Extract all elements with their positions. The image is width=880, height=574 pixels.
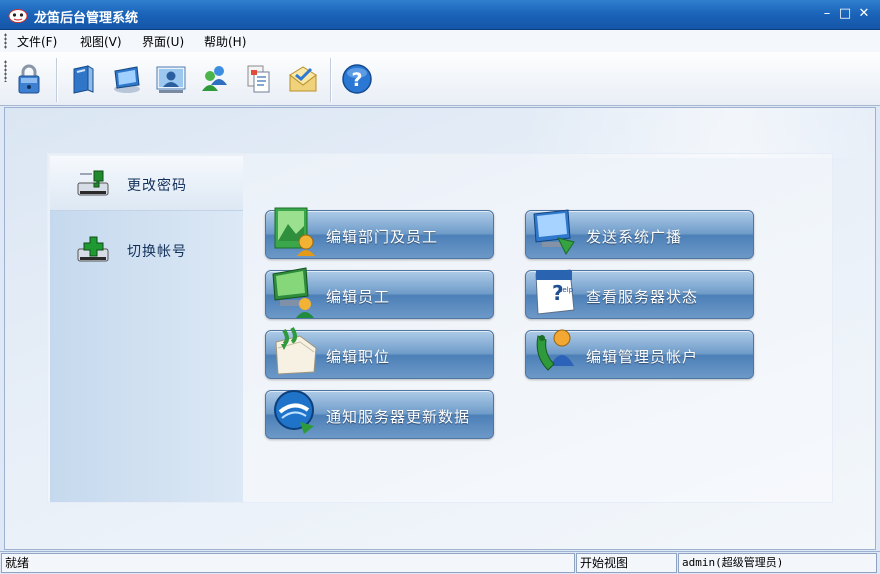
book-icon	[73, 65, 94, 94]
help-button[interactable]: ?	[340, 62, 374, 96]
button-label: 查看服务器状态	[586, 288, 699, 306]
status-bar: 就绪 开始视图 admin(超级管理员)	[0, 551, 880, 574]
employee-icon	[272, 267, 314, 318]
position-folder-icon	[275, 326, 317, 375]
minimize-button[interactable]: –	[820, 6, 834, 22]
button-label: 发送系统广播	[586, 228, 683, 246]
help-icon: ?	[342, 64, 372, 94]
server-update-icon	[274, 390, 314, 434]
title-bar: 龙笛后台管理系统 – □ ✕	[0, 0, 880, 30]
send-broadcast-button[interactable]: 发送系统广播	[525, 209, 754, 259]
broadcast-icon	[533, 209, 575, 255]
view-server-status-button[interactable]: ? help 查看服务器状态	[525, 269, 754, 319]
edit-position-button[interactable]: 编辑职位	[265, 326, 494, 379]
close-button[interactable]: ✕	[857, 6, 871, 22]
admin-account-icon	[536, 329, 574, 371]
notify-server-update-button[interactable]: 通知服务器更新数据	[265, 390, 494, 439]
maximize-button[interactable]: □	[838, 6, 852, 22]
sidebar: 更改密码 切换帐号	[50, 156, 243, 502]
window-title: 龙笛后台管理系统	[34, 11, 139, 26]
status-text: 就绪	[1, 553, 575, 573]
mail-icon	[289, 66, 317, 92]
sidebar-item-label: 切换帐号	[127, 244, 187, 260]
svg-text:?: ?	[351, 69, 362, 91]
workspace-highlight	[525, 108, 875, 158]
toolbar: ?	[0, 52, 880, 106]
edit-admin-account-button[interactable]: 编辑管理员帐户	[525, 329, 754, 379]
toolbar-separator	[56, 58, 58, 102]
button-label: 通知服务器更新数据	[326, 408, 471, 426]
add-drive-icon	[77, 236, 109, 262]
menu-grip[interactable]	[4, 33, 7, 49]
user-card-button[interactable]	[154, 62, 188, 96]
button-label: 编辑管理员帐户	[586, 348, 699, 366]
menu-view[interactable]: 视图(V)	[80, 33, 122, 50]
book-button[interactable]	[66, 62, 100, 96]
mail-button[interactable]	[286, 62, 320, 96]
workspace: 更改密码 切换帐号 编辑部门及员工 编辑员工 编辑职位 通知服务器更新数据 发送…	[4, 107, 876, 550]
menu-interface[interactable]: 界面(U)	[142, 33, 184, 50]
edit-department-button[interactable]: 编辑部门及员工	[265, 207, 494, 259]
button-label: 编辑职位	[326, 348, 391, 366]
main-panel: 更改密码 切换帐号 编辑部门及员工 编辑员工 编辑职位 通知服务器更新数据 发送…	[47, 153, 833, 503]
user-card-icon	[156, 66, 186, 93]
sidebar-item-change-password[interactable]: 更改密码	[50, 156, 243, 211]
app-logo-icon	[8, 9, 28, 23]
status-user: admin(超级管理员)	[678, 553, 877, 573]
lock-button[interactable]	[12, 62, 46, 96]
documents-icon	[247, 65, 270, 93]
menu-bar: 文件(F) 视图(V) 界面(U) 帮助(H)	[0, 30, 880, 52]
edit-employee-button[interactable]: 编辑员工	[265, 267, 494, 319]
sidebar-item-label: 更改密码	[127, 178, 187, 194]
monitor-icon	[114, 66, 140, 93]
users-icon	[202, 66, 227, 91]
key-drive-icon	[77, 170, 109, 196]
server-status-icon: ? help	[535, 269, 575, 315]
users-button[interactable]	[198, 62, 232, 96]
button-label: 编辑员工	[326, 288, 391, 306]
lock-icon	[18, 64, 40, 94]
documents-button[interactable]	[242, 62, 276, 96]
menu-file[interactable]: 文件(F)	[17, 33, 57, 50]
svg-text:help: help	[558, 286, 574, 294]
status-view: 开始视图	[576, 553, 677, 573]
toolbar-grip[interactable]	[4, 60, 7, 82]
sidebar-item-switch-account[interactable]: 切换帐号	[50, 222, 243, 277]
button-label: 编辑部门及员工	[326, 228, 439, 246]
monitor-button[interactable]	[110, 62, 144, 96]
toolbar-separator	[330, 58, 332, 102]
menu-help[interactable]: 帮助(H)	[204, 33, 246, 50]
department-icon	[274, 207, 315, 256]
